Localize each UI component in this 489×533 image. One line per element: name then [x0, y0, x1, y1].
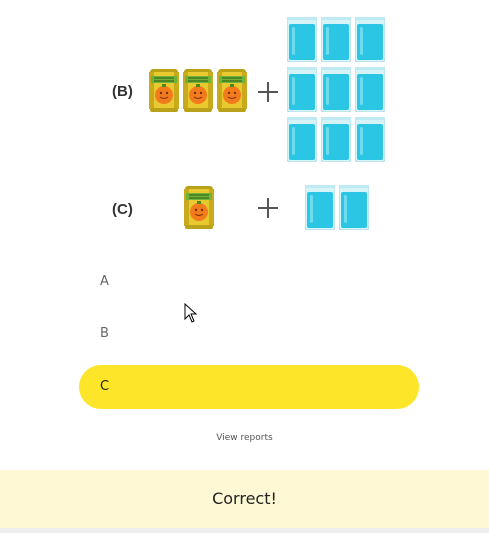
feedback-text: Correct!: [212, 489, 277, 508]
answer-option-b[interactable]: B: [79, 312, 419, 356]
option-letter: C: [100, 379, 110, 394]
water-glass-icon: [321, 117, 351, 162]
mouse-cursor-icon: [184, 303, 198, 323]
water-glass-icon: [355, 17, 385, 62]
plus-icon: [258, 82, 278, 102]
option-letter: A: [100, 274, 109, 289]
feedback-banner: Correct!: [0, 470, 489, 528]
orange-juice-can-icon: [183, 68, 213, 113]
orange-juice-can-icon: [184, 185, 214, 230]
water-glass-icon: [287, 117, 317, 162]
water-glass-icon: [321, 17, 351, 62]
row-label-b: (B): [112, 83, 133, 100]
water-glass-icon: [355, 117, 385, 162]
water-glass-icon: [321, 67, 351, 112]
option-letter: B: [100, 326, 109, 341]
answer-option-a[interactable]: A: [79, 260, 419, 304]
feedback-border: [0, 528, 489, 533]
water-glass-icon: [355, 67, 385, 112]
view-reports-link[interactable]: View reports: [0, 433, 489, 443]
orange-juice-can-icon: [149, 68, 179, 113]
water-glass-icon: [339, 185, 369, 230]
answer-option-c[interactable]: C: [79, 365, 419, 409]
water-glass-icon: [287, 17, 317, 62]
water-glass-icon: [305, 185, 335, 230]
orange-juice-can-icon: [217, 68, 247, 113]
water-glass-icon: [287, 67, 317, 112]
row-label-c: (C): [112, 201, 133, 218]
row-c: (C): [0, 170, 489, 250]
plus-icon: [258, 198, 278, 218]
row-b: (B): [0, 0, 489, 170]
